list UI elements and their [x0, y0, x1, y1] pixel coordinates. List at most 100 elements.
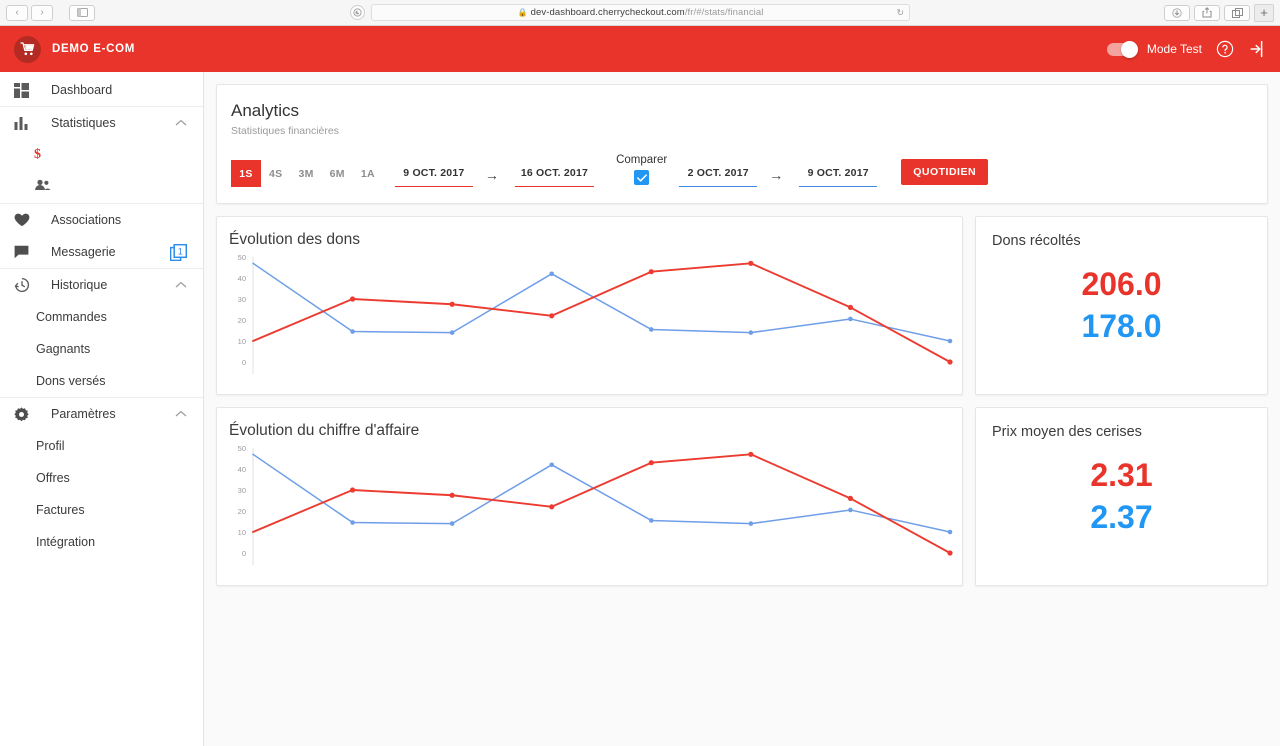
kpi-primary-value: 2.31	[1090, 457, 1153, 493]
primary-start-date-input[interactable]: 9 OCT. 2017	[394, 163, 473, 187]
brand[interactable]: DEMO E-COM	[14, 35, 135, 63]
chevron-up-icon[interactable]	[175, 276, 187, 294]
reload-button[interactable]: ↻	[896, 7, 904, 18]
sidebar-item-statistiques[interactable]: Statistiques	[0, 107, 203, 139]
logout-icon	[1250, 40, 1263, 58]
download-button[interactable]	[1164, 4, 1190, 21]
data-point[interactable]	[947, 359, 953, 365]
range-button-3m[interactable]: 3M	[290, 161, 321, 187]
sidebar-item-historique[interactable]: Historique	[0, 269, 203, 301]
reader-mode-button[interactable]	[350, 5, 365, 20]
granularity-button[interactable]: QUOTIDIEN	[901, 158, 989, 185]
data-point[interactable]	[349, 296, 356, 302]
data-point[interactable]	[947, 338, 953, 344]
sidebar-item-stats-users[interactable]	[0, 171, 203, 203]
y-axis-tick-label: 50	[238, 253, 246, 262]
sidebar-item-dons-verses[interactable]: Dons versés	[0, 365, 203, 397]
data-point[interactable]	[449, 330, 455, 335]
data-point[interactable]	[748, 260, 754, 266]
data-point[interactable]	[748, 451, 754, 457]
range-button-1a[interactable]: 1A	[353, 161, 383, 187]
data-point[interactable]	[549, 462, 555, 468]
range-button-4s[interactable]: 4S	[261, 161, 290, 187]
data-point[interactable]	[648, 327, 654, 332]
y-axis-tick-label: 20	[238, 507, 246, 516]
data-point[interactable]	[848, 316, 853, 322]
sidebar-group-historique: Historique Commandes Gagnants Dons versé…	[0, 269, 203, 398]
data-point[interactable]	[947, 550, 953, 556]
logout-button[interactable]	[1248, 40, 1266, 58]
y-axis-tick-label: 10	[238, 528, 246, 537]
data-point[interactable]	[748, 521, 754, 526]
sidebar-item-factures[interactable]: Factures	[0, 494, 203, 526]
data-point[interactable]	[549, 313, 555, 319]
compare-checkbox[interactable]	[634, 170, 650, 185]
browser-nav-buttons: ‹ ›	[6, 4, 95, 21]
data-point[interactable]	[549, 504, 555, 510]
y-axis-tick-label: 0	[242, 549, 246, 558]
data-point[interactable]	[648, 460, 654, 466]
data-point[interactable]	[648, 518, 654, 523]
forward-button[interactable]: ›	[31, 4, 53, 21]
url-input[interactable]: 🔒 dev-dashboard.cherrycheckout.com/fr/#/s…	[371, 4, 910, 21]
data-point[interactable]	[449, 492, 455, 498]
chevron-up-icon[interactable]	[175, 114, 187, 132]
shopping-cart-icon	[20, 42, 35, 56]
data-point[interactable]	[449, 301, 455, 307]
chart-title: Évolution des dons	[229, 231, 360, 248]
primary-end-date-input[interactable]: 16 OCT. 2017	[514, 163, 595, 187]
browser-toolbar: ‹ › 🔒 dev-dashboard.cherrycheckout.com/fr…	[0, 0, 1280, 26]
page-subtitle: Statistiques financières	[231, 125, 339, 137]
reader-mode-icon	[353, 8, 362, 17]
download-icon	[1172, 7, 1182, 18]
sidebar-item-offres[interactable]: Offres	[0, 462, 203, 494]
data-point[interactable]	[748, 330, 754, 335]
check-icon	[636, 173, 647, 182]
compare-end-date-input[interactable]: 9 OCT. 2017	[799, 163, 878, 187]
sidebar-item-commandes[interactable]: Commandes	[0, 301, 203, 333]
sidebar-item-gagnants[interactable]: Gagnants	[0, 333, 203, 365]
sidebar-subitem-label: Dons versés	[36, 374, 106, 388]
sidebar-item-messagerie[interactable]: Messagerie 1	[0, 236, 203, 268]
back-button[interactable]: ‹	[6, 4, 28, 21]
dashboard-grid: Évolution des dons 0 10 20 30 40 50 Dons réco…	[216, 216, 1268, 586]
data-point[interactable]	[848, 507, 853, 513]
dollar-icon: $	[34, 147, 41, 162]
kpi-title: Prix moyen des cerises	[992, 424, 1142, 440]
sidebar-item-dashboard[interactable]: Dashboard	[0, 74, 203, 106]
range-selector: 1S 4S 3M 6M 1A	[231, 160, 383, 187]
brand-avatar	[14, 35, 41, 63]
data-point[interactable]	[350, 329, 355, 334]
compare-start-date-input[interactable]: 2 OCT. 2017	[679, 163, 758, 187]
data-point[interactable]	[847, 495, 854, 501]
help-button[interactable]	[1216, 40, 1234, 58]
sidebar-group-parametres: Paramètres Profil Offres Factures Intégr…	[0, 398, 203, 558]
sidebar-item-associations[interactable]: Associations	[0, 204, 203, 236]
data-point[interactable]	[349, 487, 356, 493]
data-point[interactable]	[648, 269, 654, 275]
chevron-up-icon[interactable]	[175, 405, 187, 423]
data-point[interactable]	[947, 529, 953, 535]
sidebar-toggle-button[interactable]	[69, 4, 95, 21]
date-value: 9 OCT. 2017	[403, 167, 465, 179]
mode-test-toggle[interactable]	[1106, 40, 1138, 58]
range-button-1s[interactable]: 1S	[231, 160, 261, 187]
new-tab-button[interactable]: +	[1254, 3, 1274, 22]
sidebar-item-stats-financial[interactable]: $	[0, 139, 203, 171]
sidebar-item-integration[interactable]: Intégration	[0, 526, 203, 558]
kpi-card-dons-recoltes: Dons récoltés 206.0 178.0	[975, 216, 1268, 395]
data-point[interactable]	[549, 271, 555, 277]
y-axis-tick-label: 0	[242, 358, 246, 367]
data-point[interactable]	[350, 520, 355, 525]
data-point[interactable]	[847, 304, 854, 310]
sidebar-item-profil[interactable]: Profil	[0, 430, 203, 462]
share-button[interactable]	[1194, 4, 1220, 21]
mode-test-toggle-row[interactable]: Mode Test	[1106, 40, 1202, 58]
range-button-6m[interactable]: 6M	[322, 161, 353, 187]
analytics-panel: Analytics Statistiques financières 1S 4S…	[216, 84, 1268, 204]
tabs-overview-button[interactable]	[1224, 4, 1250, 21]
tabs-icon	[1231, 7, 1243, 18]
data-point[interactable]	[449, 521, 455, 526]
sidebar-item-parametres[interactable]: Paramètres	[0, 398, 203, 430]
date-value: 9 OCT. 2017	[807, 167, 869, 179]
